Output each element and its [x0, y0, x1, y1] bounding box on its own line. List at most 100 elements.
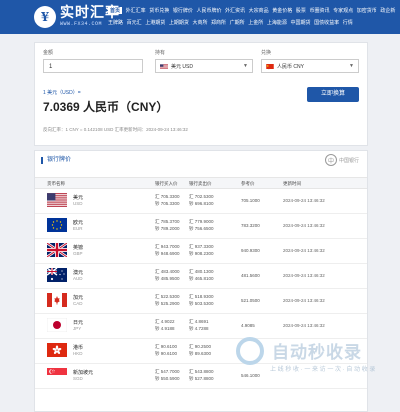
- nav-item[interactable]: 外汇汇率: [126, 7, 146, 14]
- nav-item[interactable]: 黄金价格: [272, 7, 292, 14]
- currency-name: 加元: [73, 295, 84, 301]
- col-bank-buy: 银行买入价: [155, 181, 178, 186]
- bank-buy-remit: 汇 705.3300: [155, 194, 180, 199]
- nav-item[interactable]: 中国期货: [290, 19, 310, 26]
- nav-item[interactable]: 外汇资讯: [225, 7, 245, 14]
- bank-buy-cash: 钞 948.6900: [155, 251, 180, 256]
- nav-item[interactable]: 国债收益率: [314, 19, 339, 26]
- nav-item[interactable]: 上期期货: [169, 19, 189, 26]
- nav-item[interactable]: 货币兑换: [149, 7, 169, 14]
- nav-item[interactable]: 上海能源: [267, 19, 287, 26]
- bank-sell-remit: 汇 702.5300: [189, 194, 214, 199]
- bank-buy-cash: 钞 485.9500: [155, 276, 180, 281]
- currency-code: AUD: [73, 276, 83, 281]
- nav-item[interactable]: 币圈资讯: [309, 7, 329, 14]
- bank-rates-title: 银行牌价: [41, 157, 71, 164]
- bank-buy-cash: 钞 705.3300: [155, 201, 180, 206]
- bank-sell-cash: 钞 89.6300: [189, 351, 212, 356]
- update-time: 2024-09-24 13:46:32: [283, 198, 325, 203]
- bank-buy-remit: 汇 785.3700: [155, 219, 180, 224]
- us-flag-icon: [160, 63, 168, 69]
- chevron-down-icon: ▼: [349, 63, 354, 69]
- table-row[interactable]: 欧元 EUR 汇 785.3700 钞 789.2000 汇 779.9000 钞 756…: [35, 213, 367, 239]
- to-currency-select[interactable]: 人民币 CNY ▼: [261, 59, 359, 73]
- col-update-time: 更新时间: [283, 181, 301, 186]
- bank-buy-remit: 汇 943.7000: [155, 244, 180, 249]
- watermark-subtitle: 上 线 秒 收 · 一 来 访 一 次 · 自 动 收 录: [270, 367, 376, 373]
- au-flag-icon: [47, 268, 67, 282]
- table-row[interactable]: 美元 USD 汇 705.3300 钞 705.3300 汇 702.5300 钞 696…: [35, 188, 367, 214]
- convert-button[interactable]: 立即换算: [307, 87, 359, 102]
- from-currency-value: 美元 USD: [171, 63, 193, 70]
- watermark: 自动秒收录 上 线 秒 收 · 一 来 访 一 次 · 自 动 收 录: [226, 334, 386, 384]
- currency-name: 欧元: [73, 220, 84, 226]
- from-currency-label: 持有: [155, 50, 166, 56]
- nav-item[interactable]: 王牌路: [108, 19, 123, 26]
- update-time: 2024-09-24 13:46:32: [283, 323, 325, 328]
- reference-price: 940.9300: [241, 248, 260, 253]
- nav-item[interactable]: 行情: [343, 19, 353, 26]
- currency-converter: 金额 1 持有 美元 USD ▼ ⇄ 兑换 人民币 CNY ▼ 1 美元（USD…: [34, 42, 368, 146]
- cn-flag-icon: [266, 63, 274, 69]
- nav-item[interactable]: 股票: [296, 7, 306, 14]
- nav-item[interactable]: 加密货币: [357, 7, 377, 14]
- uk-flag-icon: [47, 243, 67, 257]
- currency-code: JPY: [73, 326, 82, 331]
- nav-item[interactable]: 大宗商品: [249, 7, 269, 14]
- amount-input[interactable]: 1: [43, 59, 143, 73]
- bank-buy-remit: 汇 90.6100: [155, 344, 178, 349]
- currency-name: 英镑: [73, 245, 84, 251]
- table-row[interactable]: 加元 CAD 汇 522.5300 钞 525.2900 汇 518.9300 钞 503…: [35, 288, 367, 314]
- currency-name: 澳元: [73, 270, 84, 276]
- nav-row-secondary: 王牌路 百元汇 上港期货 上期期货 大商所 郑商所 广期所 上金所 上海能源 中国期货 国债收益率行…: [108, 16, 398, 28]
- currency-name: 新加坡元: [73, 370, 94, 376]
- bank-buy-remit: 汇 547.7000: [155, 369, 180, 374]
- hk-flag-icon: [47, 343, 67, 357]
- bank-sell-cash: 钞 908.2300: [189, 251, 214, 256]
- nav-item[interactable]: 政企新: [380, 7, 395, 14]
- nav-item[interactable]: 上金所: [248, 19, 263, 26]
- update-time: 2024-09-24 13:46:32: [283, 248, 325, 253]
- table-row[interactable]: 英镑 GBP 汇 943.7000 钞 948.6900 汇 937.3300 钞 908…: [35, 238, 367, 264]
- reference-price: 4.9085: [241, 323, 255, 328]
- bank-sell-cash: 钞 503.5300: [189, 301, 214, 306]
- bank-buy-remit: 汇 483.4000: [155, 269, 180, 274]
- logo-mark: ¥: [34, 6, 56, 28]
- currency-name: 港币: [73, 345, 84, 351]
- unit-rate-line: 1 美元（USD）=: [43, 90, 81, 96]
- table-row[interactable]: 澳元 AUD 汇 483.4000 钞 485.9500 汇 480.1300 钞 465…: [35, 263, 367, 289]
- currency-code: USD: [73, 201, 83, 206]
- currency-code: HKD: [73, 351, 83, 356]
- bank-sell-remit: 汇 90.2500: [189, 344, 212, 349]
- bank-buy-cash: 钞 90.6100: [155, 351, 178, 356]
- currency-code: CAD: [73, 301, 83, 306]
- sg-flag-icon: [47, 368, 67, 382]
- bank-buy-remit: 汇 4.9022: [155, 319, 175, 324]
- col-bank-sell: 银行卖出价: [189, 181, 212, 186]
- nav-item[interactable]: 专家观点: [333, 7, 353, 14]
- col-reference: 参考价: [241, 181, 255, 186]
- nav-row-primary: 首页 外汇汇率 货币兑换 银行牌价 人民币牌价 外汇资讯 大宗商品 黄金价格 股票 币圈资讯 专家观…: [108, 4, 398, 16]
- nav-item[interactable]: 人民币牌价: [196, 7, 221, 14]
- reference-price: 521.0500: [241, 298, 260, 303]
- nav-item[interactable]: 上港期货: [145, 19, 165, 26]
- currency-code: SGD: [73, 376, 83, 381]
- bank-sell-remit: 汇 4.8691: [189, 319, 209, 324]
- watermark-title: 自动秒收录: [272, 343, 362, 362]
- nav-item[interactable]: 郑商所: [211, 19, 226, 26]
- currency-code: GBP: [73, 251, 83, 256]
- bank-buy-cash: 钞 789.2000: [155, 226, 180, 231]
- nav-item[interactable]: 首页: [108, 6, 123, 14]
- currency-code: EUR: [73, 226, 83, 231]
- nav-item[interactable]: 百元汇: [127, 19, 142, 26]
- update-time: 2024-09-24 13:46:32: [283, 298, 325, 303]
- reference-price: 783.3200: [241, 223, 260, 228]
- nav-item[interactable]: 大商所: [192, 19, 207, 26]
- nav-item[interactable]: 广期所: [230, 19, 245, 26]
- site-header: ¥ 实时汇率 WWW.FX34.COM 首页 外汇汇率 货币兑换 银行牌价 人民币牌价外…: [0, 0, 400, 34]
- watermark-ring-icon: [236, 337, 264, 365]
- nav-item[interactable]: 银行牌价: [173, 7, 193, 14]
- main-nav: 首页 外汇汇率 货币兑换 银行牌价 人民币牌价 外汇资讯 大宗商品 黄金价格 股票 币圈资讯 专家观…: [108, 4, 398, 28]
- from-currency-select[interactable]: 美元 USD ▼: [155, 59, 253, 73]
- bank-buy-cash: 钞 550.5900: [155, 376, 180, 381]
